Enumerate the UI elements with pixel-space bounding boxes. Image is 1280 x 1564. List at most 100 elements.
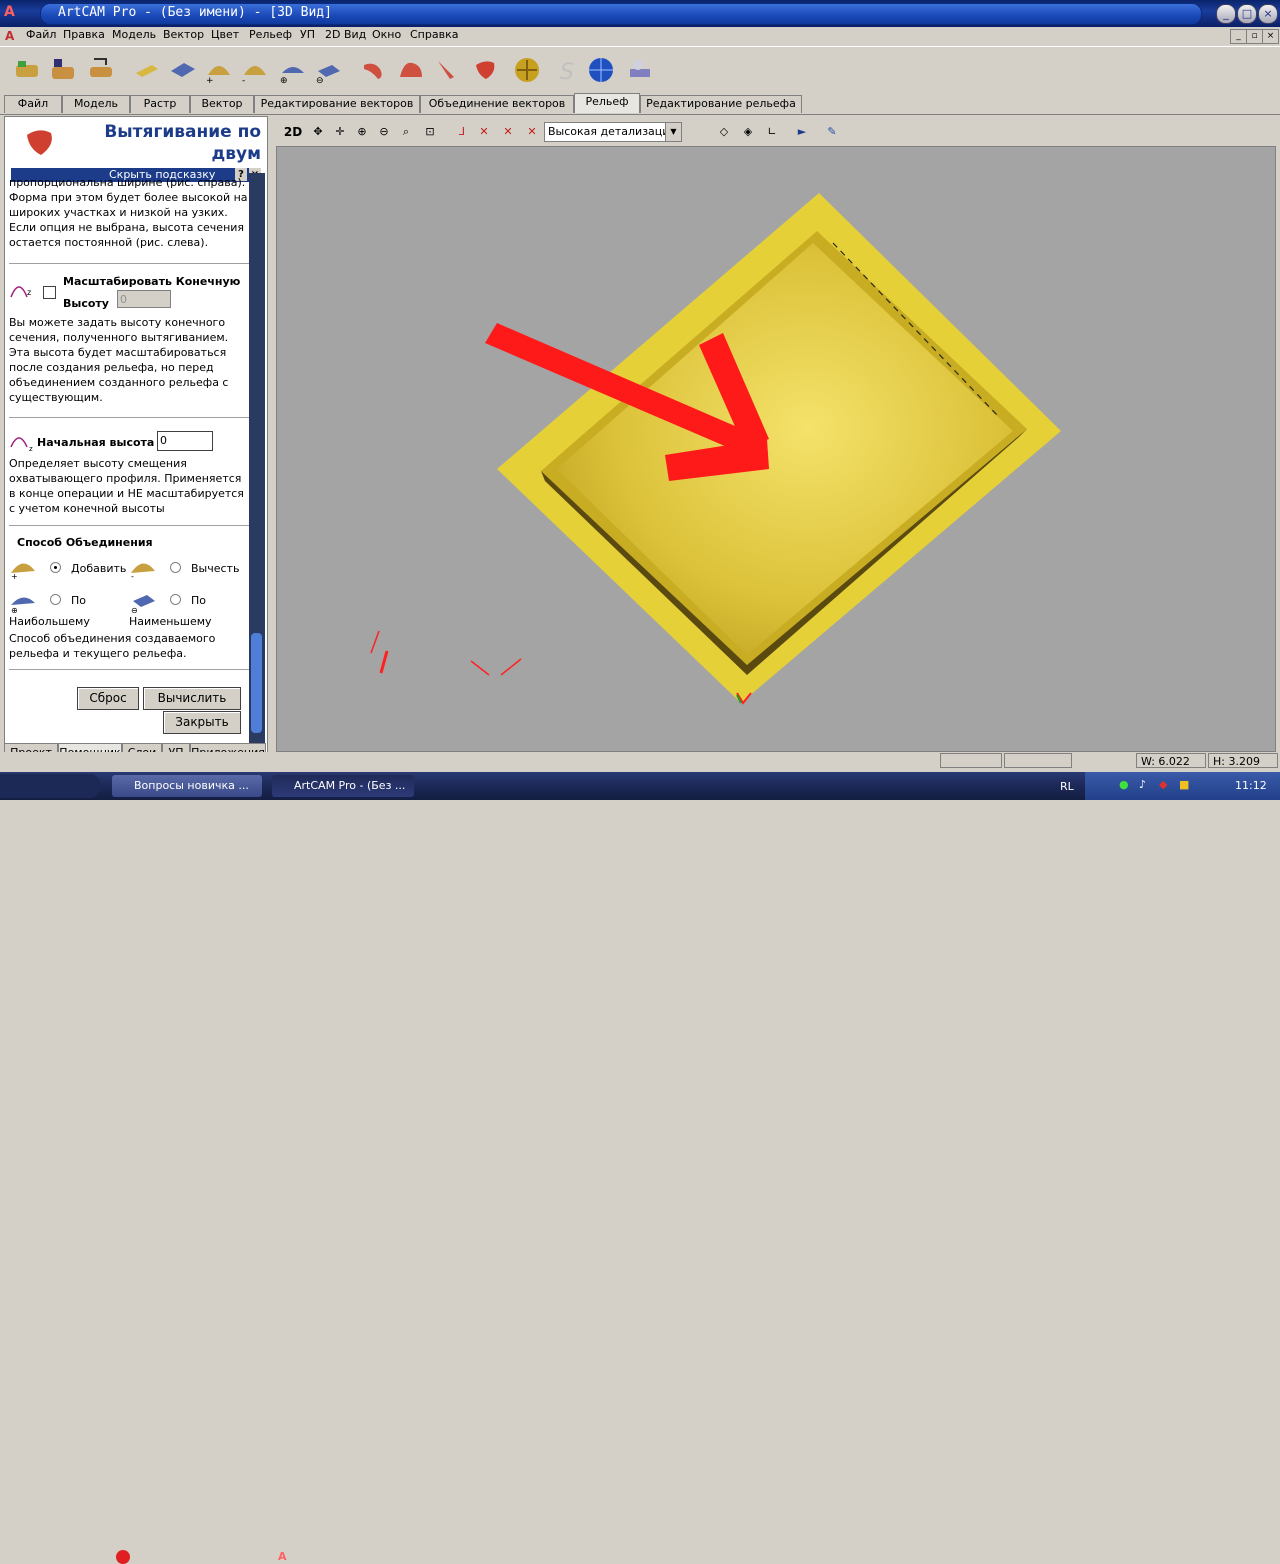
title-bar[interactable]: A ArtCAM Pro - (Без имени) - [3D Вид] _ …	[0, 0, 1280, 27]
tray-network-icon[interactable]: ●	[1119, 778, 1129, 791]
tray-sound-icon[interactable]: ♪	[1139, 778, 1146, 791]
svg-text:-: -	[131, 572, 134, 579]
status-width: W: 6.022	[1136, 753, 1206, 768]
mdi-restore-button[interactable]: ▫	[1246, 29, 1263, 44]
menu-window[interactable]: Окно	[372, 28, 401, 41]
menu-color[interactable]: Цвет	[211, 28, 239, 41]
menu-edit[interactable]: Правка	[63, 28, 105, 41]
fit-view-icon[interactable]: ⊡	[420, 122, 440, 142]
combine-min-label-a: По	[191, 594, 207, 607]
shape-b-icon[interactable]	[396, 55, 426, 85]
axis-y-icon[interactable]: ✕	[498, 122, 518, 142]
start-button[interactable]	[0, 774, 100, 798]
start-height-input[interactable]: 0	[157, 431, 213, 451]
play-icon[interactable]: ►	[792, 122, 812, 142]
merge-low-icon[interactable]: ⊖	[314, 55, 344, 86]
menu-toolpath[interactable]: УП	[300, 28, 315, 41]
combine-min-label-b: Наименьшему	[129, 615, 212, 628]
add-combine-icon: +	[9, 557, 39, 582]
detail-level-select[interactable]: Высокая детализация ▼	[544, 122, 682, 142]
s-shape-icon[interactable]: S	[552, 55, 582, 85]
tray-shield-icon[interactable]: ◆	[1159, 778, 1167, 791]
extrude-two-rails-icon[interactable]	[470, 55, 500, 85]
weave-icon[interactable]	[512, 55, 542, 85]
plane-icon[interactable]	[132, 55, 162, 85]
scale-height-checkbox[interactable]	[43, 286, 56, 299]
wire-diamond-icon[interactable]: ◇	[714, 122, 734, 142]
tray-app-icon[interactable]: ■	[1179, 778, 1189, 791]
2d-view-button[interactable]: 2D	[282, 122, 304, 142]
chevron-down-icon[interactable]: ▼	[665, 123, 681, 141]
calculate-button[interactable]: Вычислить	[143, 687, 241, 710]
tab-relief[interactable]: Рельеф	[574, 93, 640, 113]
tab-raster[interactable]: Растр	[130, 95, 190, 113]
close-button[interactable]: ×	[1258, 4, 1278, 24]
relief-shape-icon	[23, 125, 57, 162]
axis-x-icon[interactable]: ✕	[474, 122, 494, 142]
svg-text:⊖: ⊖	[316, 76, 324, 85]
3d-viewport[interactable]	[276, 146, 1276, 752]
close-panel-button[interactable]: Закрыть	[163, 711, 241, 734]
flat-relief-icon[interactable]	[168, 55, 198, 85]
menu-help[interactable]: Справка	[410, 28, 458, 41]
tab-combine-vectors[interactable]: Объединение векторов	[420, 95, 574, 113]
shape-c-icon[interactable]	[432, 55, 462, 85]
menu-bar: A Файл Правка Модель Вектор Цвет Рельеф …	[0, 27, 1280, 45]
menu-file[interactable]: Файл	[26, 28, 56, 41]
reset-button[interactable]: Сброс	[77, 687, 139, 710]
zoom-out-icon[interactable]: ⊖	[374, 122, 394, 142]
axis-iso-icon[interactable]: ⅃	[452, 122, 472, 142]
menu-2d-view[interactable]: 2D Вид	[325, 28, 366, 41]
solid-diamond-icon[interactable]: ◈	[738, 122, 758, 142]
start-height-label: Начальная высота	[37, 436, 155, 449]
combine-max-label-a: По	[71, 594, 87, 607]
svg-text:z: z	[29, 445, 33, 453]
start-height-description: Определяет высоту смещения охватывающего…	[9, 457, 244, 515]
minimize-button[interactable]: _	[1216, 4, 1236, 24]
taskbar-opera[interactable]: Вопросы новичка ...	[112, 775, 262, 797]
tab-vector[interactable]: Вектор	[190, 95, 254, 113]
panel-title: Вытягивание по двум	[104, 122, 261, 164]
system-tray: ● ♪ ◆ ■ 11:12	[1085, 772, 1280, 800]
mdi-minimize-button[interactable]: _	[1230, 29, 1247, 44]
subtract-relief-icon[interactable]: -	[240, 55, 270, 86]
sphere-icon[interactable]	[586, 55, 616, 85]
combine-subtract-radio[interactable]	[170, 562, 181, 573]
axis-z-icon[interactable]: ✕	[522, 122, 542, 142]
menu-model[interactable]: Модель	[112, 28, 156, 41]
tab-edit-relief[interactable]: Редактирование рельефа	[640, 95, 802, 113]
shape-a-icon[interactable]	[360, 55, 390, 85]
move-icon[interactable]: ✛	[330, 122, 350, 142]
save-icon[interactable]	[48, 55, 78, 85]
combine-max-radio[interactable]	[50, 594, 61, 605]
pan-icon[interactable]: ✥	[308, 122, 328, 142]
machine-icon[interactable]	[624, 55, 654, 85]
maximize-button[interactable]: □	[1237, 4, 1257, 24]
combine-add-radio[interactable]	[50, 562, 61, 573]
doc-icon[interactable]: A	[5, 29, 19, 43]
svg-text:⊕: ⊕	[280, 76, 288, 85]
paint-icon[interactable]: ✎	[822, 122, 842, 142]
tab-edit-vectors[interactable]: Редактирование векторов	[254, 95, 420, 113]
combine-min-radio[interactable]	[170, 594, 181, 605]
tab-model[interactable]: Модель	[62, 95, 130, 113]
mdi-close-button[interactable]: ×	[1262, 29, 1279, 44]
panel-scrollbar[interactable]	[249, 173, 265, 743]
combine-description: Способ объединения создаваемого рельефа …	[9, 632, 216, 660]
scrollbar-thumb[interactable]	[251, 633, 262, 733]
add-relief-icon[interactable]: +	[204, 55, 234, 86]
menu-vector[interactable]: Вектор	[163, 28, 204, 41]
language-indicator[interactable]: RL	[1060, 780, 1074, 793]
tab-file[interactable]: Файл	[4, 95, 62, 113]
zoom-in-icon[interactable]: ⊕	[352, 122, 372, 142]
zoom-box-icon[interactable]: ⌕	[396, 122, 416, 142]
tray-clock: 11:12	[1235, 779, 1267, 792]
taskbar-artcam[interactable]: ArtCAM Pro - (Без ...	[272, 775, 414, 797]
import-icon[interactable]	[86, 55, 116, 85]
app-icon[interactable]: A	[4, 4, 20, 22]
scale-height-input[interactable]: 0	[117, 290, 171, 308]
axes-icon[interactable]: ∟	[762, 122, 782, 142]
merge-high-icon[interactable]: ⊕	[278, 55, 308, 86]
menu-relief[interactable]: Рельеф	[249, 28, 292, 41]
open-icon[interactable]	[12, 55, 42, 85]
